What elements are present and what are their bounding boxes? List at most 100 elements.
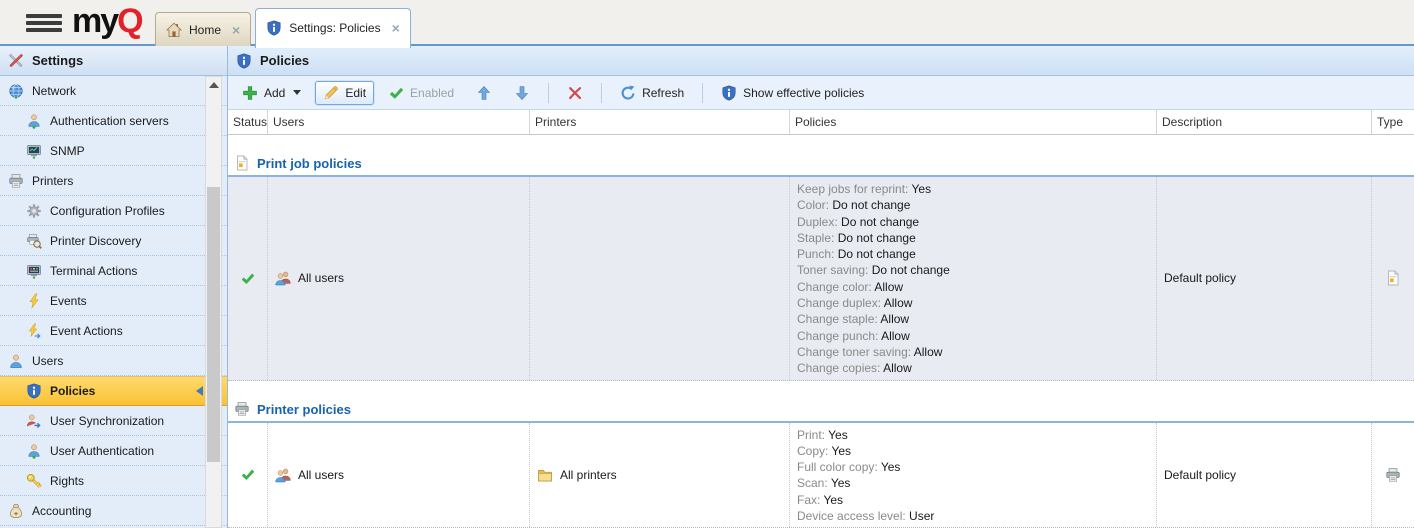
enabled-button[interactable]: Enabled (380, 81, 462, 105)
move-up-button[interactable] (468, 81, 500, 105)
shield-icon (266, 20, 282, 36)
sidebar-item-label: SNMP (50, 144, 85, 158)
tab-home-label: Home (189, 23, 221, 37)
policy-line-value: Allow (880, 312, 909, 326)
close-icon[interactable]: × (232, 22, 240, 38)
document-icon (234, 155, 250, 171)
show-effective-policies-button[interactable]: Show effective policies (713, 81, 872, 105)
tab-home[interactable]: Home × (155, 12, 251, 46)
policy-line-label: Change copies: (797, 361, 883, 375)
users-cell-label: All users (298, 271, 344, 285)
policy-line: Full color copy: Yes (797, 459, 1149, 475)
settings-sidebar: Settings Network Authentication servers SN… (0, 46, 228, 528)
sidebar-item-policies[interactable]: Policies (0, 376, 227, 406)
policy-line-label: Device access level: (797, 509, 909, 523)
delete-button[interactable] (559, 81, 591, 105)
sidebar-item-event-actions[interactable]: Event Actions (0, 316, 227, 346)
sidebar-menu: Network Authentication servers SNMP Printer… (0, 76, 227, 528)
sidebar-item-user-authentication[interactable]: User Authentication (0, 436, 227, 466)
sidebar-scrollbar[interactable] (205, 76, 222, 528)
policy-line: Change punch: Allow (797, 328, 1149, 344)
pencil-icon (323, 85, 339, 101)
sidebar-item-events[interactable]: Events (0, 286, 227, 316)
edit-button[interactable]: Edit (315, 81, 374, 105)
menu-icon[interactable] (26, 14, 62, 32)
policy-line-value: Allow (914, 345, 943, 359)
scrollbar-up-icon[interactable] (206, 77, 221, 93)
policy-line: Change duplex: Allow (797, 295, 1149, 311)
column-header-policies[interactable]: Policies (790, 110, 1157, 134)
policy-group-header-printer-policies: Printer policies (228, 381, 1414, 423)
sidebar-item-label: User Authentication (50, 444, 154, 458)
sidebar-item-users[interactable]: Users (0, 346, 227, 376)
column-header-description[interactable]: Description (1157, 110, 1372, 134)
shield-icon (236, 53, 252, 69)
policy-row[interactable]: All usersAll printersPrint: YesCopy: Yes… (228, 423, 1414, 528)
policy-line-label: Change toner saving: (797, 345, 914, 359)
policy-group-label: Print job policies (257, 156, 362, 171)
sidebar-item-network[interactable]: Network (0, 76, 227, 106)
refresh-icon (620, 85, 636, 101)
lightning-action-icon (26, 323, 42, 339)
sidebar-item-configuration-profiles[interactable]: Configuration Profiles (0, 196, 227, 226)
arrow-up-icon (476, 85, 492, 101)
policy-line-label: Fax: (797, 493, 823, 507)
sidebar-item-printers[interactable]: Printers (0, 166, 227, 196)
refresh-button[interactable]: Refresh (612, 81, 692, 105)
sidebar-item-snmp[interactable]: SNMP (0, 136, 227, 166)
policy-line: Color: Do not change (797, 197, 1149, 213)
printer-search-icon (26, 233, 42, 249)
scrollbar-thumb[interactable] (207, 187, 220, 462)
column-header-users[interactable]: Users (268, 110, 530, 134)
tab-settings-policies[interactable]: Settings: Policies × (255, 8, 411, 48)
policy-line-value: Allow (884, 296, 913, 310)
printers-cell: All printers (530, 423, 790, 528)
sidebar-item-terminal-actions[interactable]: Terminal Actions (0, 256, 227, 286)
monitor-icon (26, 143, 42, 159)
delete-x-icon (567, 85, 583, 101)
sidebar-item-rights[interactable]: Rights (0, 466, 227, 496)
policy-line-label: Color: (797, 198, 832, 212)
toolbar-separator (702, 83, 703, 103)
close-icon[interactable]: × (392, 20, 400, 36)
description-cell-label: Default policy (1164, 271, 1236, 285)
add-button[interactable]: Add (234, 81, 309, 105)
folder-icon (537, 467, 553, 483)
policy-line-value: Do not change (841, 215, 919, 229)
user-auth-icon (26, 443, 42, 459)
policy-line-value: Yes (831, 476, 851, 490)
gear-icon (26, 203, 42, 219)
sidebar-title-label: Settings (32, 53, 83, 68)
sidebar-item-printer-discovery[interactable]: Printer Discovery (0, 226, 227, 256)
toolbar: Add Edit Enabled Refresh Show effec (228, 76, 1414, 110)
policy-line: Change color: Allow (797, 279, 1149, 295)
policy-line: Change staple: Allow (797, 311, 1149, 327)
chevron-down-icon (293, 90, 301, 95)
policy-line-value: Do not change (832, 198, 910, 212)
policy-row[interactable]: All users Keep jobs for reprint: YesColor… (228, 177, 1414, 381)
shield-icon (721, 85, 737, 101)
policy-group-label: Printer policies (257, 402, 351, 417)
terminal-icon (26, 263, 42, 279)
users-cell: All users (268, 423, 530, 528)
sidebar-item-label: Authentication servers (50, 114, 169, 128)
policy-line-value: User (909, 509, 934, 523)
column-header-printers[interactable]: Printers (530, 110, 790, 134)
sidebar-item-accounting[interactable]: Accounting (0, 496, 227, 526)
user-icon (8, 353, 24, 369)
policy-line: Keep jobs for reprint: Yes (797, 181, 1149, 197)
shield-icon (26, 383, 42, 399)
policy-line: Fax: Yes (797, 492, 1149, 508)
printers-cell (530, 177, 790, 380)
column-header-status[interactable]: Status (228, 110, 268, 134)
policy-line: Device access level: User (797, 508, 1149, 524)
policy-line-value: Allow (883, 361, 912, 375)
sidebar-item-authentication-servers[interactable]: Authentication servers (0, 106, 227, 136)
sidebar-item-user-synchronization[interactable]: User Synchronization (0, 406, 227, 436)
enabled-button-label: Enabled (410, 86, 454, 100)
key-icon (26, 473, 42, 489)
move-down-button[interactable] (506, 81, 538, 105)
check-icon (240, 467, 255, 482)
printers-cell-label: All printers (560, 468, 617, 482)
column-header-type[interactable]: Type (1372, 110, 1414, 134)
